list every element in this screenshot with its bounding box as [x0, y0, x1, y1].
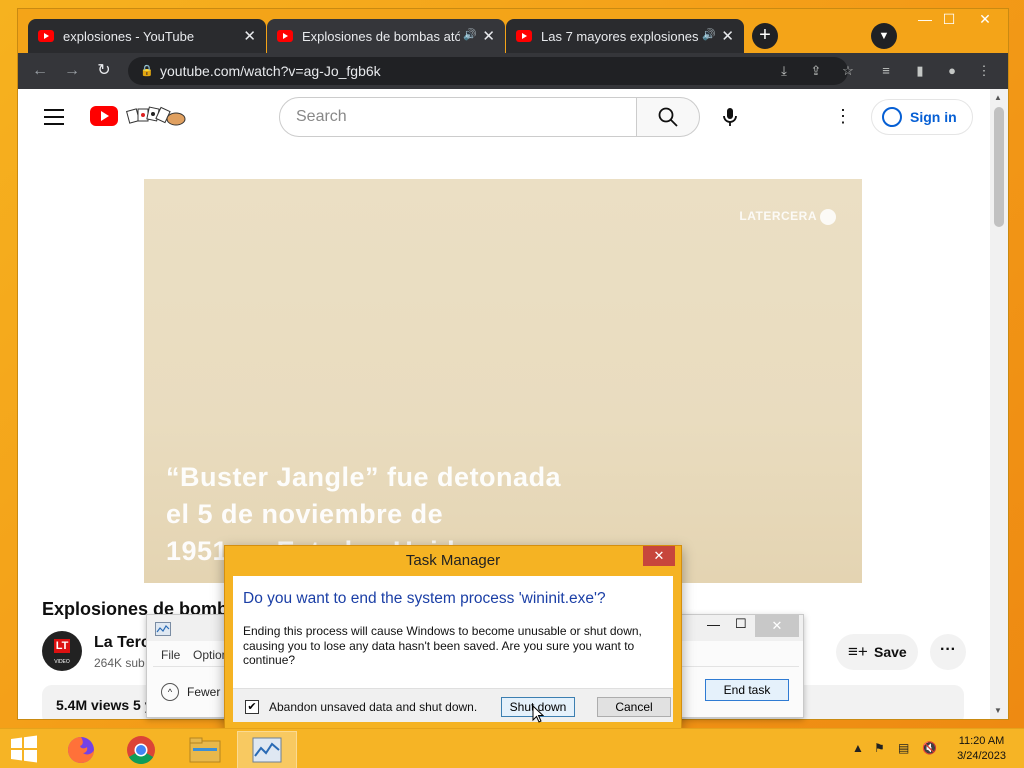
save-button[interactable]: ≡+ Save	[836, 634, 918, 670]
back-arrow-icon[interactable]: ←	[29, 60, 51, 82]
search-input[interactable]: Search	[279, 97, 637, 137]
folder-icon	[189, 737, 221, 763]
action-center-flag-icon[interactable]: ⚑	[874, 741, 885, 755]
search-icon	[658, 107, 678, 127]
bookmark-star-icon[interactable]: ☆	[838, 61, 858, 81]
system-clock[interactable]: 11:20 AM 3/24/2023	[957, 734, 1006, 764]
maximize-button[interactable]: ☐	[934, 11, 964, 28]
scroll-up-arrow-icon[interactable]: ▲	[994, 93, 1002, 102]
lock-icon: 🔒	[140, 65, 154, 77]
subscriber-count: 264K sub	[94, 656, 145, 670]
forward-arrow-icon[interactable]: →	[61, 60, 83, 82]
clock-date: 3/24/2023	[957, 750, 1006, 762]
windows-start-icon[interactable]	[10, 735, 38, 763]
task-manager-icon	[252, 737, 282, 763]
media-control-icon[interactable]: ≡	[876, 61, 896, 81]
firefox-icon	[68, 737, 94, 763]
chrome-menu-icon[interactable]: ⋮	[974, 61, 994, 81]
install-icon[interactable]: ⤓	[774, 61, 794, 81]
tab-title: Explosiones de bombas atóm	[302, 28, 460, 44]
end-process-dialog: Task Manager ✕ Do you want to end the sy…	[224, 545, 682, 729]
end-task-button[interactable]: End task	[705, 679, 789, 701]
new-tab-button[interactable]: +	[752, 23, 778, 49]
task-manager-icon	[155, 622, 171, 636]
playlist-add-icon: ≡+	[848, 642, 868, 661]
tab-close-icon[interactable]: ✕	[482, 27, 495, 45]
dialog-title: Task Manager	[405, 552, 501, 569]
dialog-body: Do you want to end the system process 'w…	[233, 576, 673, 722]
microphone-icon[interactable]	[718, 105, 742, 129]
youtube-favicon-icon	[38, 30, 54, 42]
hamburger-menu-icon[interactable]	[44, 109, 64, 125]
share-icon[interactable]: ⇪	[806, 61, 826, 81]
task-manager-taskbar-button[interactable]	[237, 731, 297, 768]
reload-icon[interactable]: ↻	[93, 60, 115, 82]
video-player[interactable]: LATERCERA “Buster Jangle” fue detonada e…	[144, 179, 862, 583]
tab-title: explosiones - YouTube	[63, 28, 195, 44]
browser-toolbar: ← → ↻ 🔒 youtube.com/watch?v=ag-Jo_fgb6k …	[18, 53, 1008, 89]
sign-in-button[interactable]: Sign in	[871, 99, 973, 135]
youtube-favicon-icon	[277, 30, 293, 42]
dialog-description: Ending this process will cause Windows t…	[243, 624, 642, 667]
tab-explosiones-youtube[interactable]: explosiones - YouTube ✕	[28, 19, 266, 53]
chrome-taskbar-button[interactable]	[112, 732, 170, 768]
more-actions-button[interactable]: ···	[930, 634, 966, 670]
cancel-button[interactable]: Cancel	[597, 697, 671, 717]
volume-muted-icon[interactable]: 🔇	[922, 741, 937, 755]
tab-close-icon[interactable]: ✕	[243, 27, 256, 45]
tm-maximize-button[interactable]: ☐	[735, 616, 747, 632]
abandon-data-label[interactable]: Abandon unsaved data and shut down.	[269, 700, 477, 714]
tab-7-mayores-explosiones[interactable]: Las 7 mayores explosiones n 🔊 ✕	[506, 19, 744, 53]
youtube-logo[interactable]	[90, 106, 118, 126]
speaker-icon[interactable]: 🔊	[702, 28, 716, 41]
tm-close-button[interactable]: ✕	[755, 615, 799, 637]
tab-strip: explosiones - YouTube ✕ Explosiones de b…	[18, 9, 1008, 53]
tab-close-icon[interactable]: ✕	[721, 27, 734, 45]
file-explorer-taskbar-button[interactable]	[176, 732, 234, 768]
menu-file[interactable]: File	[161, 648, 180, 662]
channel-name[interactable]: La Terc	[94, 634, 150, 652]
channel-avatar[interactable]: LT VIDEO	[42, 631, 82, 671]
clock-time: 11:20 AM	[958, 735, 1005, 747]
tab-title: Las 7 mayores explosiones n	[541, 28, 699, 44]
side-panel-icon[interactable]: ▮	[910, 61, 930, 81]
firefox-taskbar-button[interactable]	[52, 732, 110, 768]
url-text: youtube.com/watch?v=ag-Jo_fgb6k	[160, 63, 381, 79]
page-scrollbar[interactable]: ▲ ▼	[990, 89, 1008, 719]
mouse-cursor-icon	[532, 705, 544, 723]
scroll-down-arrow-icon[interactable]: ▼	[994, 706, 1002, 715]
sign-in-label: Sign in	[910, 109, 957, 125]
windows-taskbar: ▲ ⚑ ▤ 🔇 11:20 AM 3/24/2023	[0, 728, 1024, 768]
tab-explosiones-bombas[interactable]: Explosiones de bombas atóm 🔊 ✕	[267, 19, 505, 53]
dialog-main-instruction: Do you want to end the system process 'w…	[243, 590, 606, 607]
person-icon	[882, 107, 902, 127]
show-hidden-icons-icon[interactable]: ▲	[852, 741, 864, 755]
dialog-close-button[interactable]: ✕	[643, 546, 675, 566]
tm-minimize-button[interactable]: —	[707, 617, 720, 632]
close-window-button[interactable]: ✕	[970, 11, 1000, 28]
address-bar[interactable]: 🔒 youtube.com/watch?v=ag-Jo_fgb6k	[128, 57, 848, 85]
settings-kebab-icon[interactable]: ⋮	[833, 107, 853, 127]
profile-icon[interactable]: ●	[942, 61, 962, 81]
youtube-doodle-icon[interactable]	[126, 105, 186, 127]
abandon-data-checkbox[interactable]: ✔	[245, 700, 259, 714]
speaker-icon[interactable]: 🔊	[463, 28, 477, 41]
chevron-up-icon: ^	[161, 683, 179, 701]
tab-search-button[interactable]: ▼	[871, 23, 897, 49]
search-button[interactable]	[636, 97, 700, 137]
chrome-icon	[127, 736, 155, 764]
dialog-footer: ✔ Abandon unsaved data and shut down. Sh…	[233, 688, 673, 722]
network-icon[interactable]: ▤	[898, 741, 909, 755]
youtube-favicon-icon	[516, 30, 532, 42]
channel-watermark: LATERCERA	[739, 209, 836, 225]
save-label: Save	[874, 644, 907, 660]
scroll-thumb[interactable]	[994, 107, 1004, 227]
